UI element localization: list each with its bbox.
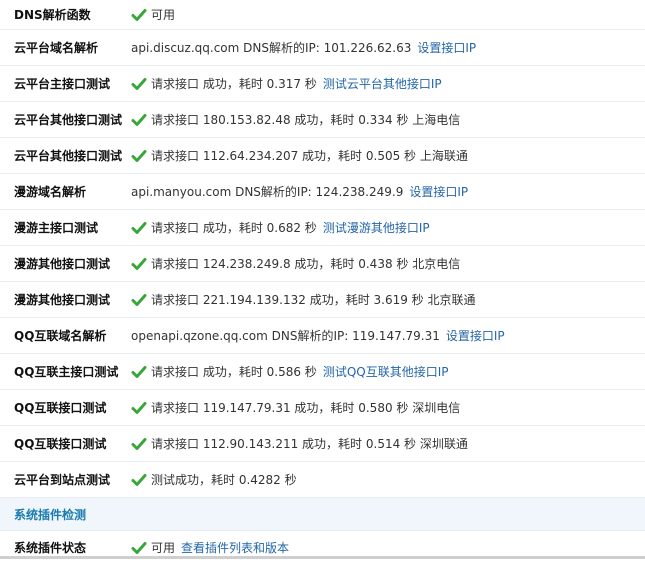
row-text: 可用 — [151, 8, 176, 22]
status-row: DNS解析函数 可用 — [0, 0, 645, 30]
row-content: 请求接口 124.238.249.8 成功，耗时 0.438 秒 北京电信 — [131, 255, 460, 272]
row-link[interactable]: 设置接口IP — [417, 39, 476, 56]
check-icon — [131, 400, 147, 416]
row-label: 漫游主接口测试 — [14, 221, 99, 235]
row-content: 请求接口 221.194.139.132 成功，耗时 3.619 秒 北京联通 — [131, 291, 476, 308]
row-label: 漫游域名解析 — [14, 185, 87, 199]
row-link[interactable]: 测试QQ互联其他接口IP — [323, 363, 449, 380]
row-content: 请求接口 180.153.82.48 成功，耗时 0.334 秒 上海电信 — [131, 111, 460, 128]
row-label: 云平台到站点测试 — [14, 473, 111, 487]
row-label: QQ互联接口测试 — [14, 437, 107, 451]
status-row: 漫游主接口测试 请求接口 成功，耗时 0.682 秒测试漫游其他接口IP — [0, 210, 645, 246]
check-icon — [131, 76, 147, 92]
row-text: 请求接口 221.194.139.132 成功，耗时 3.619 秒 北京联通 — [151, 293, 476, 307]
row-text: 请求接口 124.238.249.8 成功，耗时 0.438 秒 北京电信 — [151, 257, 461, 271]
bottom-divider — [0, 556, 645, 559]
status-row: QQ互联接口测试 请求接口 112.90.143.211 成功，耗时 0.514 … — [0, 426, 645, 462]
row-label: 漫游其他接口测试 — [14, 293, 111, 307]
check-icon — [131, 292, 147, 308]
row-text: 测试成功，耗时 0.4282 秒 — [151, 473, 297, 487]
row-link[interactable]: 设置接口IP — [409, 183, 468, 200]
row-label: QQ互联域名解析 — [14, 329, 107, 343]
row-content: 请求接口 成功，耗时 0.317 秒测试云平台其他接口IP — [131, 75, 442, 92]
check-icon — [131, 436, 147, 452]
status-row: 云平台其他接口测试 请求接口 180.153.82.48 成功，耗时 0.334 … — [0, 102, 645, 138]
row-text: 请求接口 成功，耗时 0.682 秒 — [151, 221, 317, 235]
diagnostics-table: DNS解析函数 可用 云平台域名解析 api.discuz.qq.com DNS解析的… — [0, 0, 645, 564]
row-label: DNS解析函数 — [14, 8, 91, 22]
row-content: 测试成功，耗时 0.4282 秒 — [131, 471, 297, 488]
row-text: openapi.qzone.qq.com DNS解析的IP: 119.147.7… — [131, 329, 440, 343]
check-icon — [131, 7, 147, 23]
status-row: 漫游其他接口测试 请求接口 124.238.249.8 成功，耗时 0.438 秒… — [0, 246, 645, 282]
row-link[interactable]: 测试漫游其他接口IP — [323, 219, 430, 236]
row-content: 请求接口 119.147.79.31 成功，耗时 0.580 秒 深圳电信 — [131, 399, 460, 416]
row-text: 请求接口 112.64.234.207 成功，耗时 0.505 秒 上海联通 — [151, 149, 468, 163]
row-text: 请求接口 成功，耗时 0.317 秒 — [151, 77, 317, 91]
check-icon — [131, 220, 147, 236]
row-content: openapi.qzone.qq.com DNS解析的IP: 119.147.7… — [131, 327, 505, 344]
row-text: 请求接口 成功，耗时 0.586 秒 — [151, 365, 317, 379]
row-text: 可用 — [151, 541, 176, 555]
row-label: 漫游其他接口测试 — [14, 257, 111, 271]
status-row: 漫游其他接口测试 请求接口 221.194.139.132 成功，耗时 3.619… — [0, 282, 645, 318]
status-row: QQ互联主接口测试 请求接口 成功，耗时 0.586 秒测试QQ互联其他接口IP — [0, 354, 645, 390]
plugin-status-row: 系统插件状态 可用 查看插件列表和版本 — [0, 531, 645, 564]
row-label: QQ互联主接口测试 — [14, 365, 119, 379]
row-content: 请求接口 成功，耗时 0.586 秒测试QQ互联其他接口IP — [131, 363, 448, 380]
row-text: 请求接口 119.147.79.31 成功，耗时 0.580 秒 深圳电信 — [151, 401, 461, 415]
row-text: api.discuz.qq.com DNS解析的IP: 101.226.62.6… — [131, 41, 412, 55]
row-label: 云平台域名解析 — [14, 41, 99, 55]
row-content: 请求接口 成功，耗时 0.682 秒测试漫游其他接口IP — [131, 219, 430, 236]
row-content: 可用 查看插件列表和版本 — [131, 539, 289, 556]
check-icon — [131, 148, 147, 164]
row-content: api.manyou.com DNS解析的IP: 124.238.249.9 设置… — [131, 183, 468, 200]
status-row: QQ互联域名解析 openapi.qzone.qq.com DNS解析的IP: 1… — [0, 318, 645, 354]
check-icon — [131, 364, 147, 380]
row-content: api.discuz.qq.com DNS解析的IP: 101.226.62.6… — [131, 39, 476, 56]
row-content: 可用 — [131, 6, 175, 23]
row-content: 请求接口 112.90.143.211 成功，耗时 0.514 秒 深圳联通 — [131, 435, 468, 452]
status-row: 云平台主接口测试 请求接口 成功，耗时 0.317 秒测试云平台其他接口IP — [0, 66, 645, 102]
check-icon — [131, 112, 147, 128]
row-text: api.manyou.com DNS解析的IP: 124.238.249.9 — [131, 185, 404, 199]
row-link[interactable]: 查看插件列表和版本 — [181, 539, 289, 556]
check-icon — [131, 540, 147, 556]
row-link[interactable]: 设置接口IP — [446, 327, 505, 344]
check-icon — [131, 256, 147, 272]
status-row: 云平台其他接口测试 请求接口 112.64.234.207 成功，耗时 0.505… — [0, 138, 645, 174]
row-text: 请求接口 180.153.82.48 成功，耗时 0.334 秒 上海电信 — [151, 113, 461, 127]
status-row: QQ互联接口测试 请求接口 119.147.79.31 成功，耗时 0.580 秒… — [0, 390, 645, 426]
status-row: 云平台域名解析 api.discuz.qq.com DNS解析的IP: 101.2… — [0, 30, 645, 66]
row-content: 请求接口 112.64.234.207 成功，耗时 0.505 秒 上海联通 — [131, 147, 468, 164]
section-header: 系统插件检测 — [0, 498, 645, 531]
row-link[interactable]: 测试云平台其他接口IP — [323, 75, 442, 92]
status-row: 云平台到站点测试 测试成功，耗时 0.4282 秒 — [0, 462, 645, 498]
row-label: 云平台其他接口测试 — [14, 113, 123, 127]
row-label: 云平台主接口测试 — [14, 77, 111, 91]
row-label: 系统插件状态 — [14, 541, 87, 555]
status-row: 漫游域名解析 api.manyou.com DNS解析的IP: 124.238.2… — [0, 174, 645, 210]
row-label: 云平台其他接口测试 — [14, 149, 123, 163]
row-text: 请求接口 112.90.143.211 成功，耗时 0.514 秒 深圳联通 — [151, 437, 468, 451]
row-label: QQ互联接口测试 — [14, 401, 107, 415]
check-icon — [131, 472, 147, 488]
